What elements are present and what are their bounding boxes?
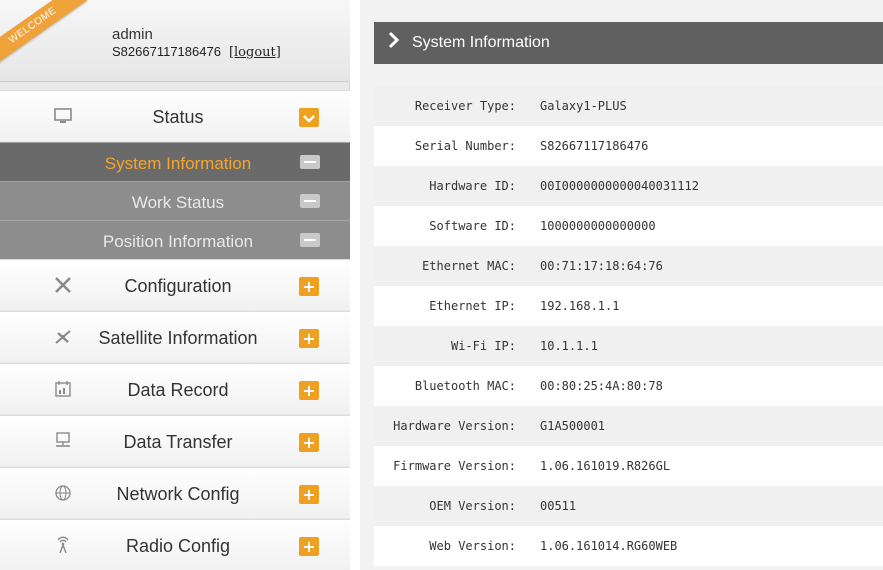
row-key: Web Version:: [374, 526, 530, 566]
network-icon: [52, 430, 74, 452]
submenu-item-work-status[interactable]: Work Status: [0, 181, 350, 220]
row-value: 1.06.161014.RG60WEB: [530, 526, 883, 566]
menu-item-label: Radio Config: [125, 536, 231, 556]
row-value: 10.1.1.1: [530, 326, 883, 366]
nav-menu: Status System Information Work Status Po…: [0, 90, 350, 570]
row-key: Hardware Version:: [374, 406, 530, 446]
chevron-right-icon: [388, 31, 400, 55]
row-key: Ethernet MAC:: [374, 246, 530, 286]
system-info-table: Receiver Type: Galaxy1-PLUS Serial Number…: [374, 86, 883, 566]
row-value: S82667117186476: [530, 126, 883, 166]
row-key: Wi-Fi IP:: [374, 326, 530, 366]
row-key: OEM Version:: [374, 486, 530, 526]
menu-item-status[interactable]: Status: [0, 90, 350, 142]
submenu-item-label: Work Status: [131, 193, 225, 212]
welcome-ribbon: WELCOME: [0, 0, 88, 69]
table-row: Serial Number: S82667117186476: [374, 126, 883, 166]
collapse-toggle-icon[interactable]: [299, 108, 319, 127]
table-row: Wi-Fi IP: 10.1.1.1: [374, 326, 883, 366]
page-title: System Information: [412, 34, 550, 51]
table-row: Web Version: 1.06.161014.RG60WEB: [374, 526, 883, 566]
submenu-item-label: Position Information: [102, 232, 254, 251]
antenna-icon: [52, 534, 74, 556]
menu-item-data-transfer[interactable]: Data Transfer +: [0, 415, 350, 467]
menu-item-label: Status: [152, 107, 204, 127]
row-value: 1000000000000000: [530, 206, 883, 246]
submenu-item-position-information[interactable]: Position Information: [0, 220, 350, 259]
menu-item-label: Network Config: [116, 484, 240, 504]
menu-item-radio-config[interactable]: Radio Config +: [0, 519, 350, 570]
menu-item-label: Configuration: [124, 276, 232, 296]
submenu-item-label: System Information: [104, 154, 252, 173]
user-serial-line: S82667117186476 [logout]: [112, 44, 281, 60]
row-key: Receiver Type:: [374, 86, 530, 126]
row-key: Serial Number:: [374, 126, 530, 166]
menu-item-label: Satellite Information: [98, 328, 258, 348]
row-value: 192.168.1.1: [530, 286, 883, 326]
menu-item-network-config[interactable]: Network Config +: [0, 467, 350, 519]
calendar-icon: [52, 378, 74, 400]
menu-item-label: Data Record: [127, 380, 229, 400]
row-key: Ethernet IP:: [374, 286, 530, 326]
row-value: 1.06.161019.R826GL: [530, 446, 883, 486]
table-row: Firmware Version: 1.06.161019.R826GL: [374, 446, 883, 486]
minus-icon: [300, 233, 320, 247]
expand-plus-icon[interactable]: +: [299, 433, 319, 452]
row-value: 00:80:25:4A:80:78: [530, 366, 883, 406]
sidebar: WELCOME admin S82667117186476 [logout] St…: [0, 0, 350, 570]
row-value: 00511: [530, 486, 883, 526]
table-row: Bluetooth MAC: 00:80:25:4A:80:78: [374, 366, 883, 406]
expand-plus-icon[interactable]: +: [299, 329, 319, 348]
logout-link[interactable]: [logout]: [229, 45, 281, 60]
menu-item-data-record[interactable]: Data Record +: [0, 363, 350, 415]
table-row: Ethernet IP: 192.168.1.1: [374, 286, 883, 326]
user-serial: S82667117186476: [112, 44, 221, 59]
row-key: Bluetooth MAC:: [374, 366, 530, 406]
table-row: Ethernet MAC: 00:71:17:18:64:76: [374, 246, 883, 286]
satellite-icon: [52, 326, 74, 348]
menu-item-satellite-information[interactable]: Satellite Information +: [0, 311, 350, 363]
table-row: Hardware ID: 00I0000000000040031112: [374, 166, 883, 206]
minus-icon: [300, 155, 320, 169]
menu-item-label: Data Transfer: [123, 432, 233, 452]
expand-plus-icon[interactable]: +: [299, 277, 319, 296]
username: admin: [112, 26, 153, 43]
table-row: Hardware Version: G1A500001: [374, 406, 883, 446]
content-panel: System Information Receiver Type: Galaxy1…: [360, 0, 883, 570]
row-key: Hardware ID:: [374, 166, 530, 206]
expand-plus-icon[interactable]: +: [299, 381, 319, 400]
monitor-icon: [52, 105, 74, 127]
row-key: Firmware Version:: [374, 446, 530, 486]
row-value: 00:71:17:18:64:76: [530, 246, 883, 286]
globe-icon: [52, 482, 74, 504]
tools-icon: [52, 274, 74, 296]
user-panel: WELCOME admin S82667117186476 [logout]: [0, 0, 350, 82]
submenu-item-system-information[interactable]: System Information: [0, 142, 350, 181]
table-row: Receiver Type: Galaxy1-PLUS: [374, 86, 883, 126]
expand-plus-icon[interactable]: +: [299, 537, 319, 556]
expand-plus-icon[interactable]: +: [299, 485, 319, 504]
table-row: Software ID: 1000000000000000: [374, 206, 883, 246]
section-header: System Information: [374, 22, 883, 64]
row-key: Software ID:: [374, 206, 530, 246]
minus-icon: [300, 194, 320, 208]
row-value: 00I0000000000040031112: [530, 166, 883, 206]
table-row: OEM Version: 00511: [374, 486, 883, 526]
menu-item-configuration[interactable]: Configuration +: [0, 259, 350, 311]
row-value: G1A500001: [530, 406, 883, 446]
row-value: Galaxy1-PLUS: [530, 86, 883, 126]
